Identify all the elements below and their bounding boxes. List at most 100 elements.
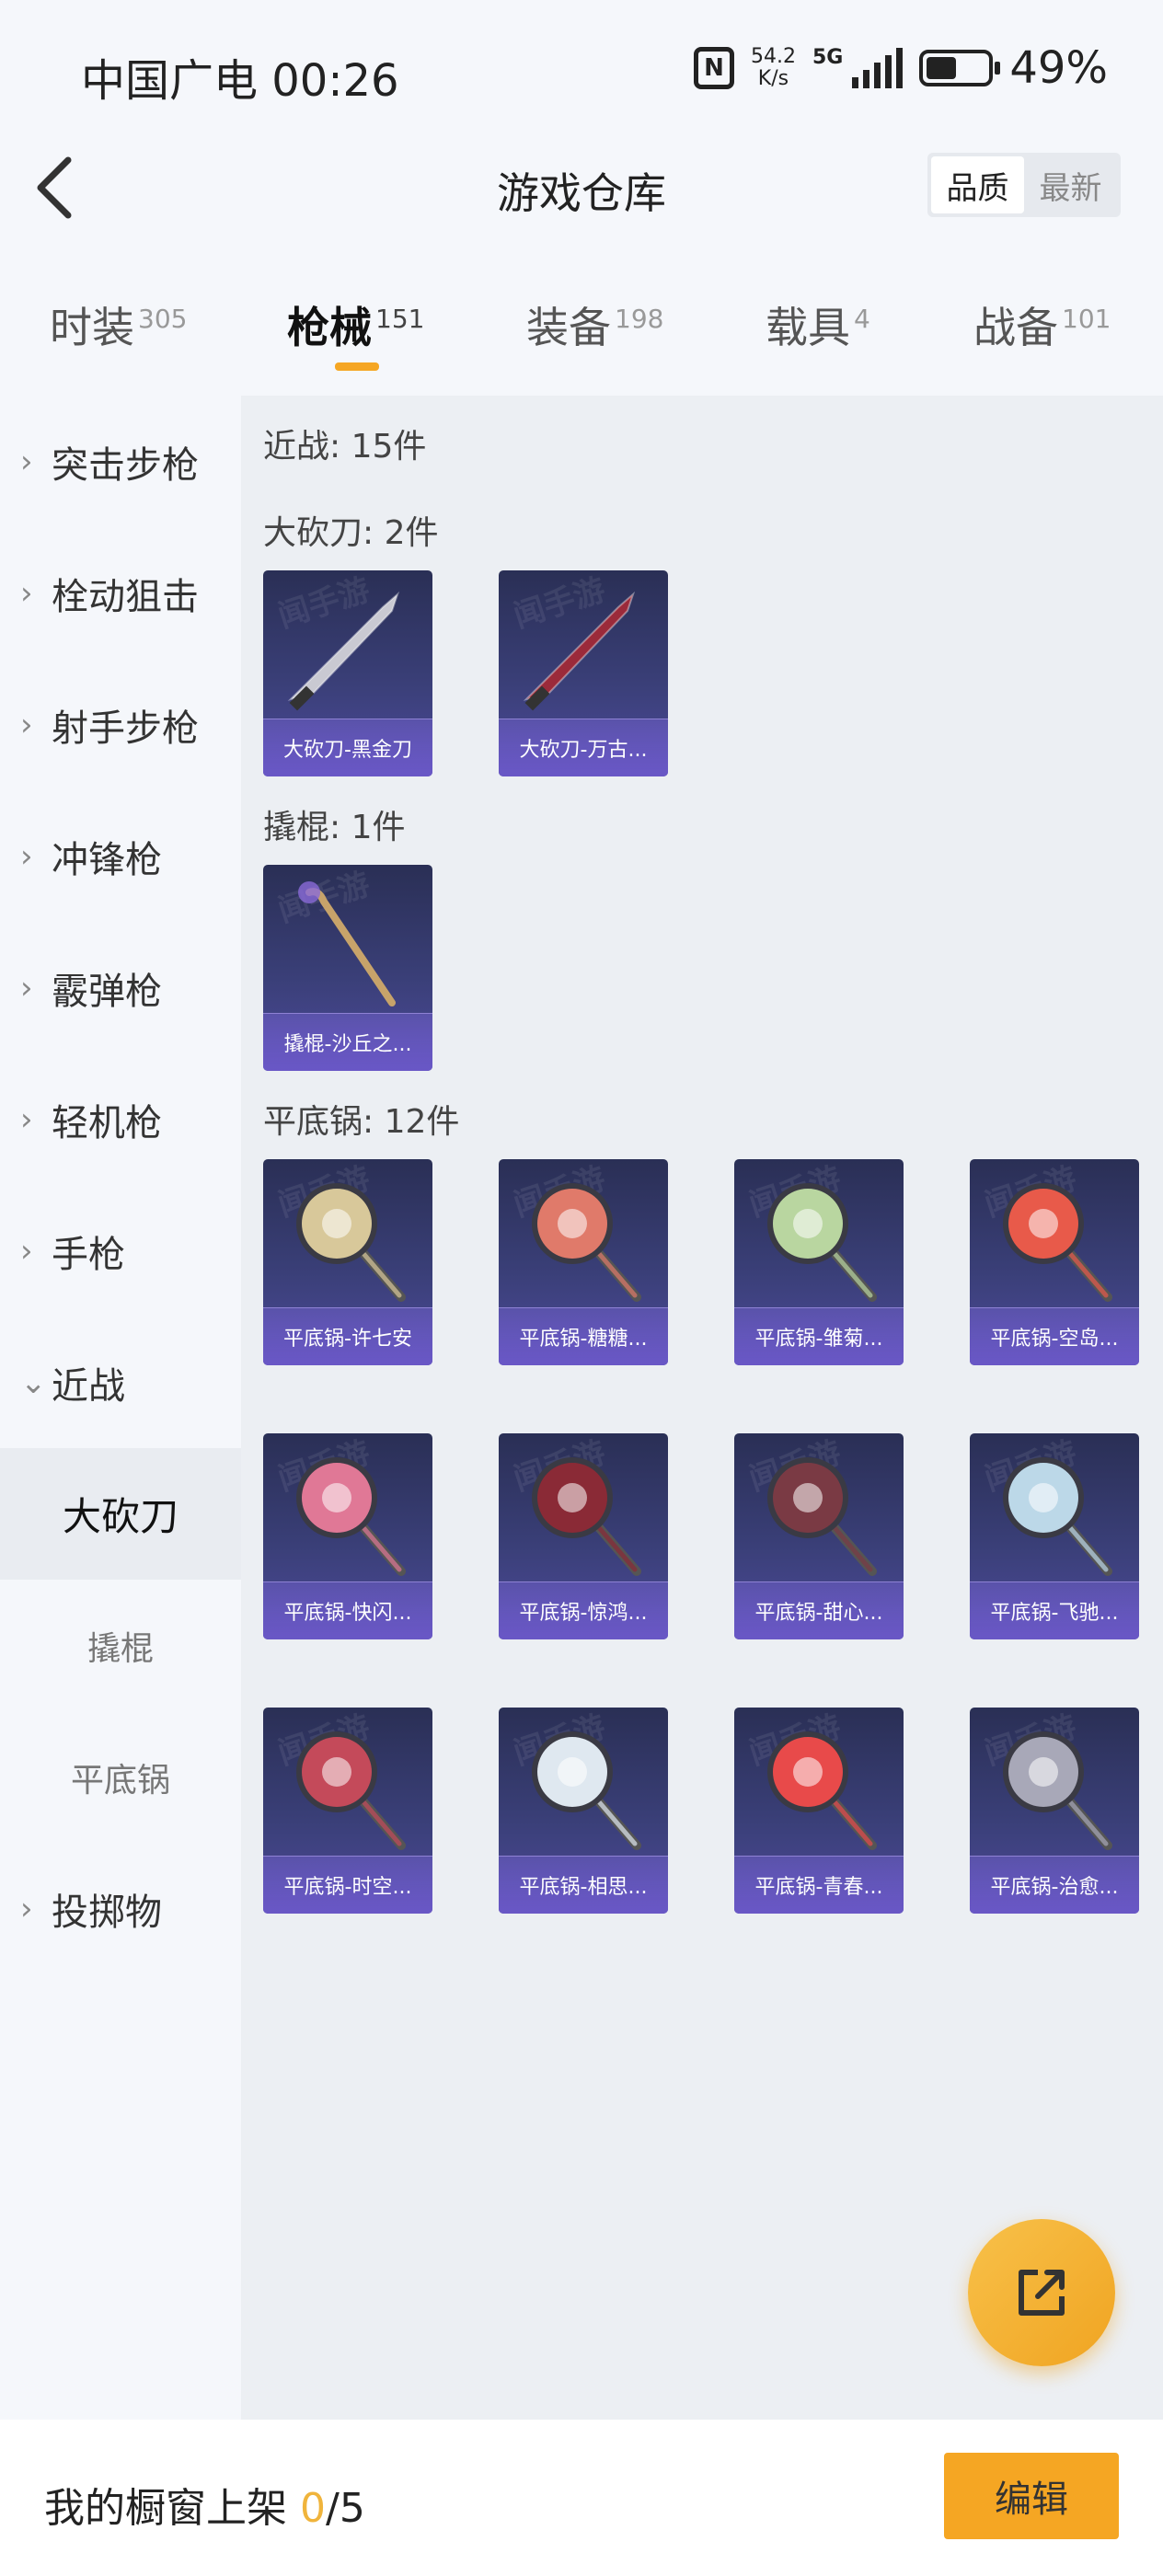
carrier-time: 中国广电 00:26	[81, 55, 399, 107]
status-bar: 中国广电 00:26 N 54.2 K/s 5G 49%	[0, 0, 1163, 123]
item-caption: 平底锅-甜心...	[734, 1581, 904, 1639]
edit-button[interactable]: 编辑	[944, 2453, 1119, 2539]
item-card[interactable]: 闻手游 平底锅-青春...	[734, 1708, 904, 1914]
item-name: 大砍刀-万古...	[519, 739, 648, 762]
item-card[interactable]: 闻手游 平底锅-空岛...	[970, 1159, 1139, 1365]
item-card[interactable]: 闻手游 平底锅-相思...	[499, 1708, 668, 1914]
item-card[interactable]: 闻手游 平底锅-治愈...	[970, 1708, 1139, 1914]
section-title: 平底锅: 12件	[263, 1103, 460, 1141]
item-name: 平底锅-飞驰...	[990, 1602, 1119, 1625]
knife-artwork	[523, 591, 636, 711]
item-caption: 平底锅-空岛...	[970, 1307, 1139, 1365]
item-card[interactable]: 闻手游 平底锅-时空...	[263, 1708, 432, 1914]
item-caption: 平底锅-飞驰...	[970, 1581, 1139, 1639]
item-caption: 撬棍-沙丘之...	[263, 1013, 432, 1071]
active-tab-indicator	[335, 362, 379, 371]
item-caption: 平底锅-相思...	[499, 1856, 668, 1914]
item-caption: 平底锅-雏菊...	[734, 1307, 904, 1365]
item-grid-area: 近战: 15件 大砍刀: 2件 闻手游 大砍刀-黑金刀 闻手游 大砍刀-万古...…	[241, 396, 1163, 2420]
sort-toggle[interactable]: 品质 最新	[927, 153, 1121, 217]
tab-equipment[interactable]: 装备 198	[526, 294, 663, 355]
sidebar-subitem-crowbar[interactable]: 撬棍	[0, 1580, 241, 1711]
item-name: 撬棍-沙丘之...	[283, 1033, 412, 1056]
item-name: 平底锅-雏菊...	[754, 1328, 883, 1351]
sidebar: › 突击步枪 › 栓动狙击 › 射手步枪 › 冲锋枪 › 霰弹枪 › 轻机枪 › 手枪 ⌄ 近战…	[0, 396, 241, 2420]
chevron-right-icon: ›	[20, 1232, 33, 1270]
item-name: 平底锅-空岛...	[990, 1328, 1119, 1351]
item-caption: 平底锅-时空...	[263, 1856, 432, 1914]
nfc-icon: N	[693, 47, 734, 89]
share-button[interactable]	[968, 2219, 1115, 2366]
item-card[interactable]: 闻手游 平底锅-糖糖...	[499, 1159, 668, 1365]
item-card[interactable]: 闻手游 平底锅-许七安	[263, 1159, 432, 1365]
network-type: 5G	[812, 46, 844, 69]
chevron-right-icon: ›	[20, 706, 33, 743]
sort-newest-button[interactable]: 最新	[1024, 156, 1117, 213]
item-card[interactable]: 闻手游 大砍刀-黑金刀	[263, 570, 432, 776]
item-name: 平底锅-惊鸿...	[519, 1602, 648, 1625]
chevron-right-icon: ›	[20, 443, 33, 480]
sidebar-item-assault-rifle[interactable]: › 突击步枪	[0, 396, 241, 527]
item-name: 平底锅-糖糖...	[519, 1328, 648, 1351]
item-name: 平底锅-治愈...	[990, 1876, 1119, 1899]
signal-icon	[852, 48, 904, 88]
sidebar-item-shotgun[interactable]: › 霰弹枪	[0, 922, 241, 1053]
item-card[interactable]: 闻手游 平底锅-飞驰...	[970, 1433, 1139, 1639]
pan-artwork	[532, 1183, 641, 1302]
sidebar-item-bolt-sniper[interactable]: › 栓动狙击	[0, 527, 241, 659]
external-link-icon	[1019, 2270, 1065, 2316]
chevron-right-icon: ›	[20, 1100, 33, 1138]
chevron-right-icon: ›	[20, 837, 33, 875]
tab-guns[interactable]: 枪械 151	[287, 294, 424, 355]
bottom-bar: 我的橱窗上架 0/5 编辑	[0, 2420, 1163, 2576]
chevron-right-icon: ›	[20, 574, 33, 612]
item-name: 平底锅-甜心...	[754, 1602, 883, 1625]
item-card[interactable]: 闻手游 平底锅-甜心...	[734, 1433, 904, 1639]
pan-artwork	[1003, 1457, 1112, 1576]
item-caption: 平底锅-糖糖...	[499, 1307, 668, 1365]
battery-icon	[919, 50, 1001, 86]
showcase-status: 我的橱窗上架 0/5	[44, 2485, 365, 2532]
pan-artwork	[296, 1457, 406, 1576]
sidebar-item-marksman-rifle[interactable]: › 射手步枪	[0, 659, 241, 790]
item-card[interactable]: 闻手游 平底锅-快闪...	[263, 1433, 432, 1639]
sidebar-subitem-pan[interactable]: 平底锅	[0, 1711, 241, 1843]
pan-artwork	[296, 1731, 406, 1850]
sidebar-subitem-machete[interactable]: 大砍刀	[0, 1448, 241, 1580]
melee-summary: 近战: 15件	[263, 428, 427, 466]
sort-quality-button[interactable]: 品质	[931, 156, 1024, 213]
sidebar-item-smg[interactable]: › 冲锋枪	[0, 790, 241, 922]
chevron-right-icon: ›	[20, 969, 33, 1006]
pan-artwork	[767, 1183, 877, 1302]
item-name: 平底锅-相思...	[519, 1876, 648, 1899]
sidebar-item-lmg[interactable]: › 轻机枪	[0, 1053, 241, 1185]
item-name: 平底锅-青春...	[754, 1876, 883, 1899]
item-card[interactable]: 闻手游 撬棍-沙丘之...	[263, 865, 432, 1071]
item-card[interactable]: 闻手游 平底锅-雏菊...	[734, 1159, 904, 1365]
item-caption: 平底锅-治愈...	[970, 1856, 1139, 1914]
chevron-right-icon: ›	[20, 1890, 33, 1927]
section-title: 大砍刀: 2件	[263, 514, 439, 552]
item-card[interactable]: 闻手游 平底锅-惊鸿...	[499, 1433, 668, 1639]
item-caption: 平底锅-快闪...	[263, 1581, 432, 1639]
item-card[interactable]: 闻手游 大砍刀-万古...	[499, 570, 668, 776]
sidebar-item-melee[interactable]: ⌄ 近战	[0, 1317, 241, 1448]
item-name: 平底锅-时空...	[283, 1876, 412, 1899]
item-caption: 大砍刀-万古...	[499, 719, 668, 776]
pan-artwork	[532, 1731, 641, 1850]
tab-fashion[interactable]: 时装 305	[50, 294, 187, 355]
header: 游戏仓库 品质 最新	[0, 123, 1163, 248]
pan-artwork	[767, 1457, 877, 1576]
chevron-down-icon: ⌄	[20, 1363, 47, 1401]
tab-supplies[interactable]: 战备 101	[973, 294, 1111, 355]
network-speed: 54.2 K/s	[750, 45, 796, 90]
sidebar-item-pistol[interactable]: › 手枪	[0, 1185, 241, 1317]
section-title: 撬棍: 1件	[263, 809, 406, 846]
item-name: 大砍刀-黑金刀	[283, 739, 412, 762]
pan-artwork	[767, 1731, 877, 1850]
item-caption: 平底锅-青春...	[734, 1856, 904, 1914]
pan-artwork	[1003, 1183, 1112, 1302]
item-caption: 平底锅-许七安	[263, 1307, 432, 1365]
tab-vehicles[interactable]: 载具 4	[766, 294, 870, 355]
sidebar-item-throwables[interactable]: › 投掷物	[0, 1843, 241, 1974]
